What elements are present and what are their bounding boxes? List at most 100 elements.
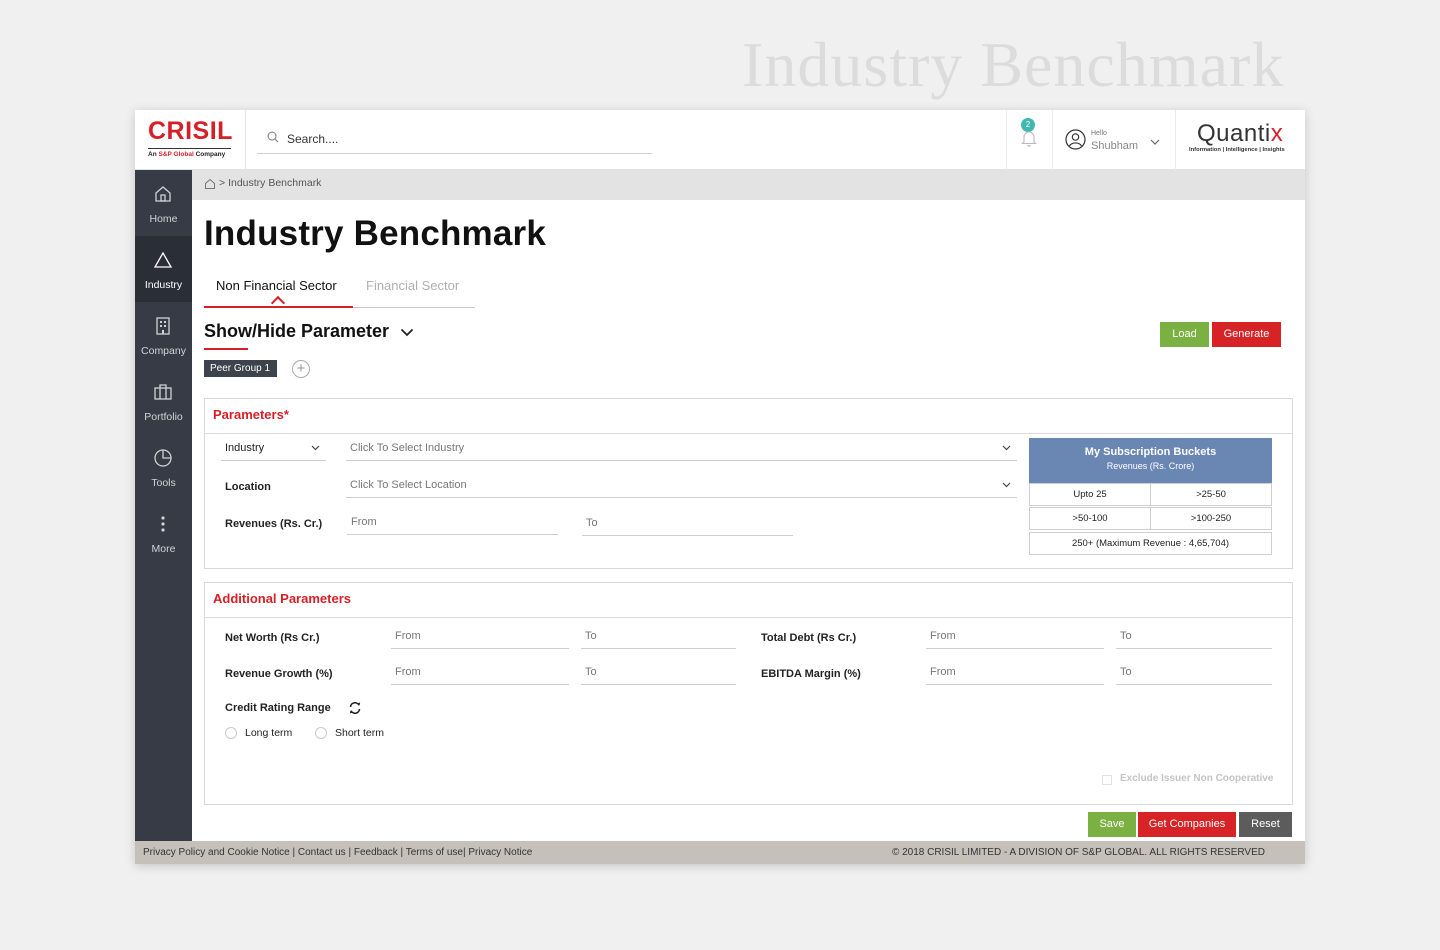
from-placeholder: From: [351, 516, 377, 528]
breadcrumb: > Industry Benchmark: [192, 170, 1305, 200]
industry-label: Industry: [225, 442, 265, 454]
notifications-button[interactable]: 2: [1006, 110, 1053, 170]
add-peer-group-button[interactable]: +: [292, 360, 310, 378]
industry-type-dropdown[interactable]: Industry: [221, 437, 326, 461]
background-title: Industry Benchmark: [742, 29, 1285, 100]
refresh-icon[interactable]: [348, 701, 362, 715]
chevron-down-icon: [1002, 482, 1011, 488]
bucket-100-250[interactable]: >100-250: [1150, 507, 1272, 530]
sidebar-item-industry[interactable]: Industry: [135, 236, 192, 302]
exclude-non-cooperative-label: Exclude Issuer Non Cooperative: [1120, 773, 1274, 784]
location-select[interactable]: Click To Select Location: [346, 474, 1017, 498]
chevron-down-icon: [1150, 139, 1160, 145]
sidebar-item-label: More: [151, 543, 176, 555]
tab-underline: [353, 307, 475, 308]
ebitda-margin-from-input[interactable]: From: [926, 661, 1104, 685]
logo-subtitle: An S&P Global Company: [148, 151, 226, 158]
logo-text: CRISIL: [148, 117, 233, 145]
long-term-radio[interactable]: [225, 727, 237, 739]
quantix-tagline: Information | Intelligence | Insights: [1189, 147, 1285, 153]
chevron-down-icon[interactable]: [400, 328, 414, 337]
top-header: CRISIL An S&P Global Company Search.... …: [135, 110, 1305, 170]
short-term-radio[interactable]: [315, 727, 327, 739]
section-underline: [204, 348, 248, 350]
briefcase-icon: [154, 384, 172, 400]
subscription-buckets: My Subscription Buckets Revenues (Rs. Cr…: [1029, 438, 1272, 555]
save-button[interactable]: Save: [1088, 812, 1136, 837]
generate-button[interactable]: Generate: [1212, 322, 1281, 347]
to-placeholder: To: [585, 630, 597, 642]
industry-select[interactable]: Click To Select Industry: [346, 437, 1017, 461]
additional-parameters-panel: Additional Parameters Net Worth (Rs Cr.)…: [204, 582, 1293, 805]
revenue-growth-to-input[interactable]: To: [581, 661, 736, 685]
to-placeholder: To: [1120, 630, 1132, 642]
sidebar-item-company[interactable]: Company: [135, 302, 192, 368]
sidebar-item-label: Company: [141, 345, 186, 357]
search-placeholder: Search....: [287, 132, 339, 146]
reset-button[interactable]: Reset: [1239, 812, 1292, 837]
search-icon: [267, 131, 279, 143]
page-title: Industry Benchmark: [204, 214, 547, 253]
bucket-250-plus[interactable]: 250+ (Maximum Revenue : 4,65,704): [1029, 532, 1272, 555]
app-window: CRISIL An S&P Global Company Search.... …: [135, 110, 1305, 864]
peer-group-tab[interactable]: Peer Group 1: [204, 360, 277, 377]
ebitda-margin-to-input[interactable]: To: [1116, 661, 1272, 685]
net-worth-to-input[interactable]: To: [581, 625, 736, 649]
user-avatar-icon: [1065, 129, 1086, 150]
net-worth-from-input[interactable]: From: [391, 625, 569, 649]
bucket-25-50[interactable]: >25-50: [1150, 483, 1272, 506]
home-icon: [155, 186, 171, 202]
to-placeholder: To: [585, 666, 597, 678]
parameters-title: Parameters*: [213, 407, 289, 422]
total-debt-label: Total Debt (Rs Cr.): [761, 632, 857, 644]
tab-financial-sector[interactable]: Financial Sector: [366, 278, 459, 293]
short-term-label: Short term: [335, 727, 385, 739]
pie-chart-icon: [154, 449, 172, 467]
chevron-down-icon: [311, 445, 320, 451]
sidebar-item-more[interactable]: More: [135, 500, 192, 566]
chevron-down-icon: [1002, 445, 1011, 451]
bucket-50-100[interactable]: >50-100: [1029, 507, 1151, 530]
tab-non-financial-sector[interactable]: Non Financial Sector: [216, 278, 337, 293]
load-button[interactable]: Load: [1160, 322, 1209, 347]
triangle-icon: [153, 251, 173, 268]
sidebar-item-label: Tools: [151, 477, 176, 489]
from-placeholder: From: [395, 630, 421, 642]
total-debt-to-input[interactable]: To: [1116, 625, 1272, 649]
from-placeholder: From: [930, 630, 956, 642]
bucket-upto-25[interactable]: Upto 25: [1029, 483, 1151, 506]
revenues-from-input[interactable]: From: [347, 511, 558, 535]
net-worth-label: Net Worth (Rs Cr.): [225, 632, 320, 644]
home-icon[interactable]: [204, 178, 216, 190]
user-greeting: Hello: [1091, 130, 1107, 137]
quantix-logo: Quantix Information | Intelligence | Ins…: [1175, 110, 1305, 170]
revenues-to-input[interactable]: To: [582, 512, 793, 536]
industry-placeholder: Click To Select Industry: [350, 442, 465, 454]
revenue-growth-from-input[interactable]: From: [391, 661, 569, 685]
footer-links[interactable]: Privacy Policy and Cookie Notice | Conta…: [143, 847, 532, 858]
additional-parameters-title: Additional Parameters: [213, 591, 351, 606]
get-companies-button[interactable]: Get Companies: [1138, 812, 1236, 837]
exclude-non-cooperative-checkbox[interactable]: [1102, 775, 1112, 785]
show-hide-parameter-toggle[interactable]: Show/Hide Parameter: [204, 321, 389, 342]
from-placeholder: From: [395, 666, 421, 678]
to-placeholder: To: [1120, 666, 1132, 678]
search-input[interactable]: Search....: [257, 126, 652, 154]
breadcrumb-current: > Industry Benchmark: [219, 177, 322, 189]
more-vertical-icon: [161, 516, 165, 532]
sidebar-item-portfolio[interactable]: Portfolio: [135, 368, 192, 434]
sidebar-item-label: Portfolio: [144, 411, 183, 423]
user-menu[interactable]: Hello Shubham: [1065, 126, 1175, 156]
total-debt-from-input[interactable]: From: [926, 625, 1104, 649]
panel-divider: [205, 433, 1292, 434]
subscription-subtitle: Revenues (Rs. Crore): [1106, 461, 1195, 471]
parameters-panel: Parameters* Industry Click To Select Ind…: [204, 398, 1293, 569]
ebitda-margin-label: EBITDA Margin (%): [761, 668, 861, 680]
crisil-logo[interactable]: CRISIL An S&P Global Company: [135, 110, 246, 170]
footer-copyright: © 2018 CRISIL LIMITED - A DIVISION OF S&…: [891, 847, 1265, 858]
subscription-title: My Subscription Buckets: [1084, 446, 1217, 458]
sidebar-item-home[interactable]: Home: [135, 170, 192, 236]
sidebar-item-tools[interactable]: Tools: [135, 434, 192, 500]
to-placeholder: To: [586, 517, 598, 529]
user-name: Shubham: [1091, 140, 1139, 152]
